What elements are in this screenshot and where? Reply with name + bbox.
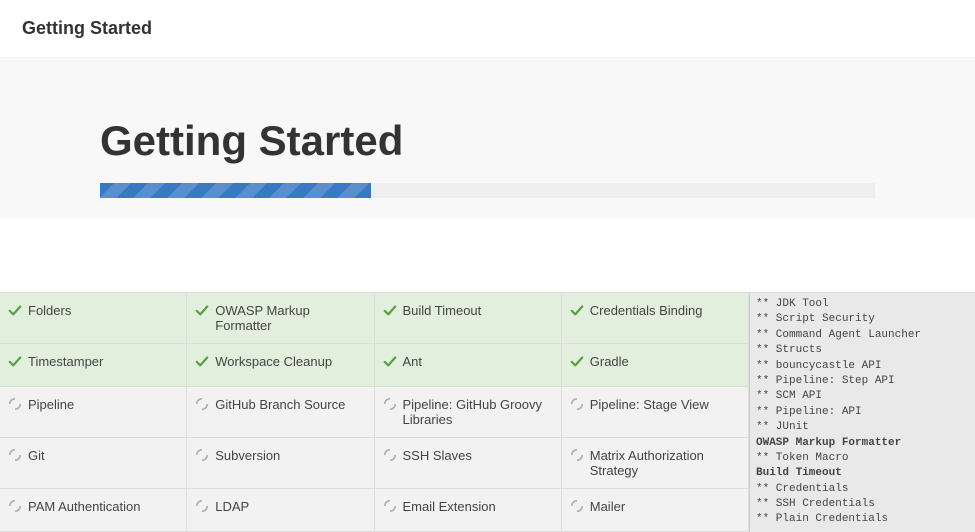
spinner-icon [195,448,209,462]
plugin-label: Matrix Authorization Strategy [590,448,740,478]
log-line: ** SCM API [756,389,969,404]
plugin-label: OWASP Markup Formatter [215,303,365,333]
spinner-icon [8,499,22,513]
spinner-icon [383,448,397,462]
log-line: OWASP Markup Formatter [756,436,969,451]
plugin-label: PAM Authentication [28,499,141,514]
check-icon [8,303,22,317]
plugin-label: Pipeline: GitHub Groovy Libraries [403,397,553,427]
plugin-cell: GitHub Branch Source [187,387,374,438]
log-line: ** Pipeline: Step API [756,374,969,389]
log-line: ** Token Macro [756,451,969,466]
plugin-cell: Folders [0,293,187,344]
plugin-label: Timestamper [28,354,103,369]
plugin-grid: Folders OWASP Markup Formatter Build Timeo… [0,293,749,532]
log-line: ** Structs [756,343,969,358]
plugin-cell: OWASP Markup Formatter [187,293,374,344]
plugin-label: GitHub Branch Source [215,397,345,412]
plugin-cell: LDAP [187,489,374,531]
plugin-cell: Timestamper [0,344,187,386]
plugin-label: Folders [28,303,71,318]
plugin-cell: PAM Authentication [0,489,187,531]
check-icon [8,354,22,368]
plugin-label: LDAP [215,499,249,514]
hero-section: Getting Started [0,57,975,218]
plugin-cell: Mailer [562,489,749,531]
plugin-label: Workspace Cleanup [215,354,332,369]
check-icon [570,303,584,317]
plugin-cell: SSH Slaves [375,438,562,489]
plugin-label: Gradle [590,354,629,369]
plugin-label: Pipeline [28,397,74,412]
plugin-label: Ant [403,354,423,369]
header-bar: Getting Started [0,0,975,57]
spinner-icon [195,499,209,513]
plugin-cell: Gradle [562,344,749,386]
spinner-icon [570,397,584,411]
plugin-cell: Email Extension [375,489,562,531]
plugin-cell: Git [0,438,187,489]
log-line: ** Credentials [756,482,969,497]
plugin-label: Build Timeout [403,303,482,318]
spinner-icon [195,397,209,411]
log-line: ** Plain Credentials [756,512,969,527]
check-icon [195,354,209,368]
spinner-icon [383,499,397,513]
log-line: ** SSH Credentials [756,497,969,512]
plugin-label: Credentials Binding [590,303,703,318]
plugin-cell: Pipeline: GitHub Groovy Libraries [375,387,562,438]
check-icon [570,354,584,368]
plugin-label: Email Extension [403,499,496,514]
plugin-label: Subversion [215,448,280,463]
spinner-icon [570,499,584,513]
plugin-label: Mailer [590,499,625,514]
log-line: Build Timeout [756,466,969,481]
spinner-icon [383,397,397,411]
hero-title: Getting Started [100,117,875,165]
log-line: ** Pipeline: API [756,405,969,420]
check-icon [195,303,209,317]
spinner-icon [570,448,584,462]
log-line: ** Command Agent Launcher [756,328,969,343]
plugin-label: SSH Slaves [403,448,472,463]
plugin-cell: Matrix Authorization Strategy [562,438,749,489]
header-title: Getting Started [22,18,152,38]
plugin-cell: Credentials Binding [562,293,749,344]
progress-bar [100,183,875,198]
log-line: ** JDK Tool [756,297,969,312]
plugin-cell: Pipeline: Stage View [562,387,749,438]
progress-fill [100,183,371,198]
log-line: ** Script Security [756,312,969,327]
content-wrap: Folders OWASP Markup Formatter Build Timeo… [0,292,975,532]
spinner-icon [8,397,22,411]
plugin-cell: Workspace Cleanup [187,344,374,386]
install-log-panel: ** JDK Tool** Script Security** Command … [749,293,975,532]
plugin-label: Pipeline: Stage View [590,397,709,412]
log-line: ** JUnit [756,420,969,435]
plugin-cell: Build Timeout [375,293,562,344]
plugin-cell: Ant [375,344,562,386]
check-icon [383,303,397,317]
spinner-icon [8,448,22,462]
plugin-label: Git [28,448,45,463]
plugin-cell: Pipeline [0,387,187,438]
check-icon [383,354,397,368]
log-line: ** bouncycastle API [756,359,969,374]
plugin-cell: Subversion [187,438,374,489]
